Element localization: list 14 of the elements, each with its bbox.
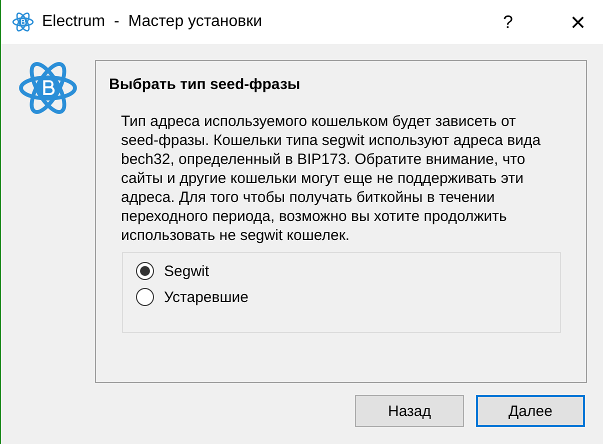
option-label: Segwit bbox=[164, 262, 210, 280]
page-heading: Выбрать тип seed-фразы bbox=[109, 76, 302, 93]
window-title: Electrum - Мастер установки bbox=[42, 13, 264, 31]
help-button[interactable]: ? bbox=[485, 12, 531, 32]
next-button[interactable]: Далее bbox=[476, 395, 585, 427]
close-button[interactable]: × bbox=[555, 6, 601, 38]
description-text: Тип адреса используемого кошельком будет зависеть от seed-фразы. Кошельки типа segwit используют адреса вида bech32, определенный в BIP173. Обратите внимание, что сайты и другие кошельки могут еще не поддерживать эти адреса. Для того чтобы получать биткойны в течении переходного периода, возможно вы хотите продолжить использовать не segwit кошелек. bbox=[121, 112, 542, 245]
option-label: Устаревшие bbox=[164, 288, 248, 306]
radio-option[interactable]: Устаревшие bbox=[136, 288, 248, 306]
radio-button[interactable] bbox=[136, 288, 154, 306]
radio-option[interactable]: Segwit bbox=[136, 262, 210, 280]
app-logo-icon bbox=[12, 11, 34, 33]
back-button[interactable]: Назад bbox=[355, 395, 464, 427]
radio-button[interactable] bbox=[136, 262, 154, 280]
